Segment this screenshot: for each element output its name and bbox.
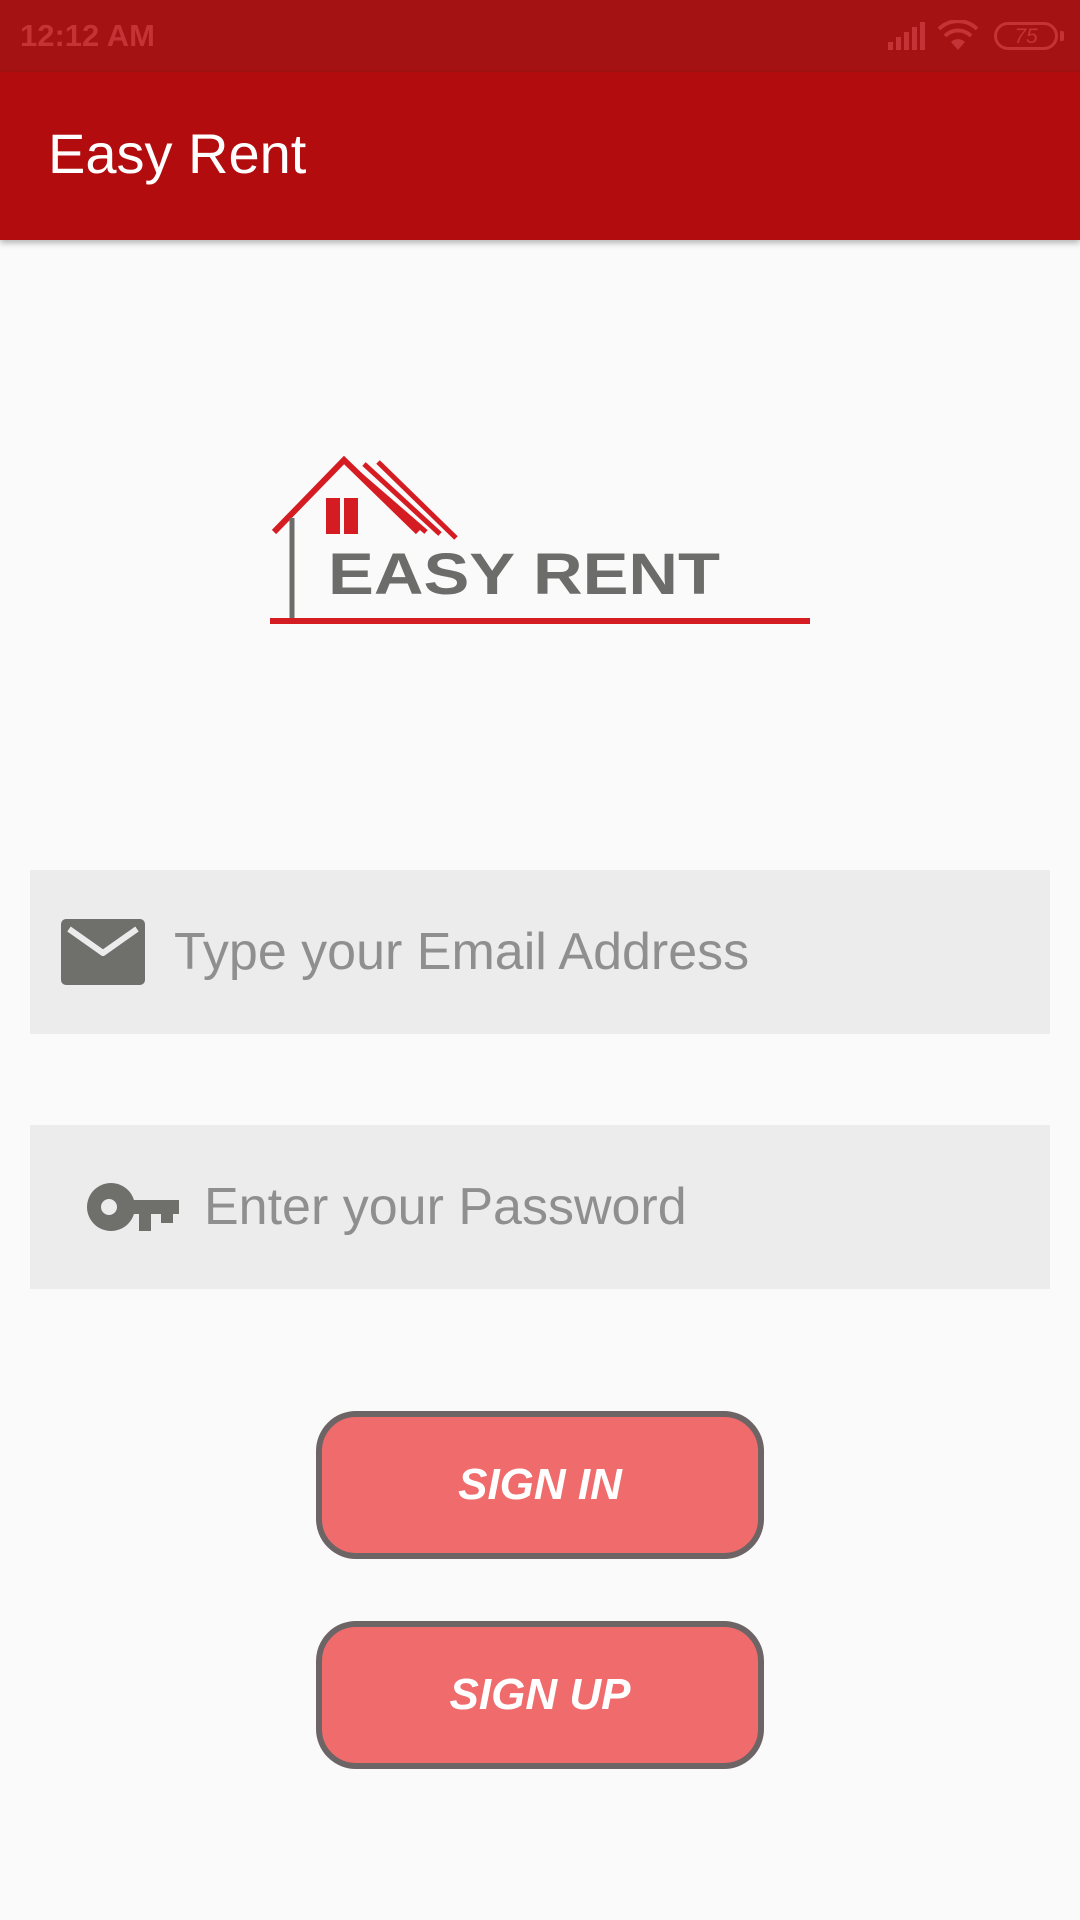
wifi-icon [937,20,979,50]
battery-tip [1060,31,1064,41]
status-icons: 75 [886,18,1064,54]
email-input[interactable] [174,870,1030,1034]
app-bar: Easy Rent [0,72,1080,240]
status-time: 12:12 AM [20,18,155,53]
envelope-icon [61,919,145,985]
status-bar: 12:12 AM 75 [0,0,1080,72]
sign-up-button[interactable]: SIGN UP [316,1621,764,1769]
logo-text: EASY RENT [328,542,720,607]
house-logo-icon: EASY RENT [270,455,810,624]
password-input[interactable] [204,1125,1030,1289]
key-icon [87,1183,179,1231]
email-field-container [30,870,1050,1034]
app-title: Easy Rent [48,122,307,185]
battery-icon: 75 [994,22,1058,50]
password-field-container [30,1125,1050,1289]
signal-icon [888,22,925,50]
battery-level: 75 [1014,24,1038,48]
sign-in-button[interactable]: SIGN IN [316,1411,764,1559]
